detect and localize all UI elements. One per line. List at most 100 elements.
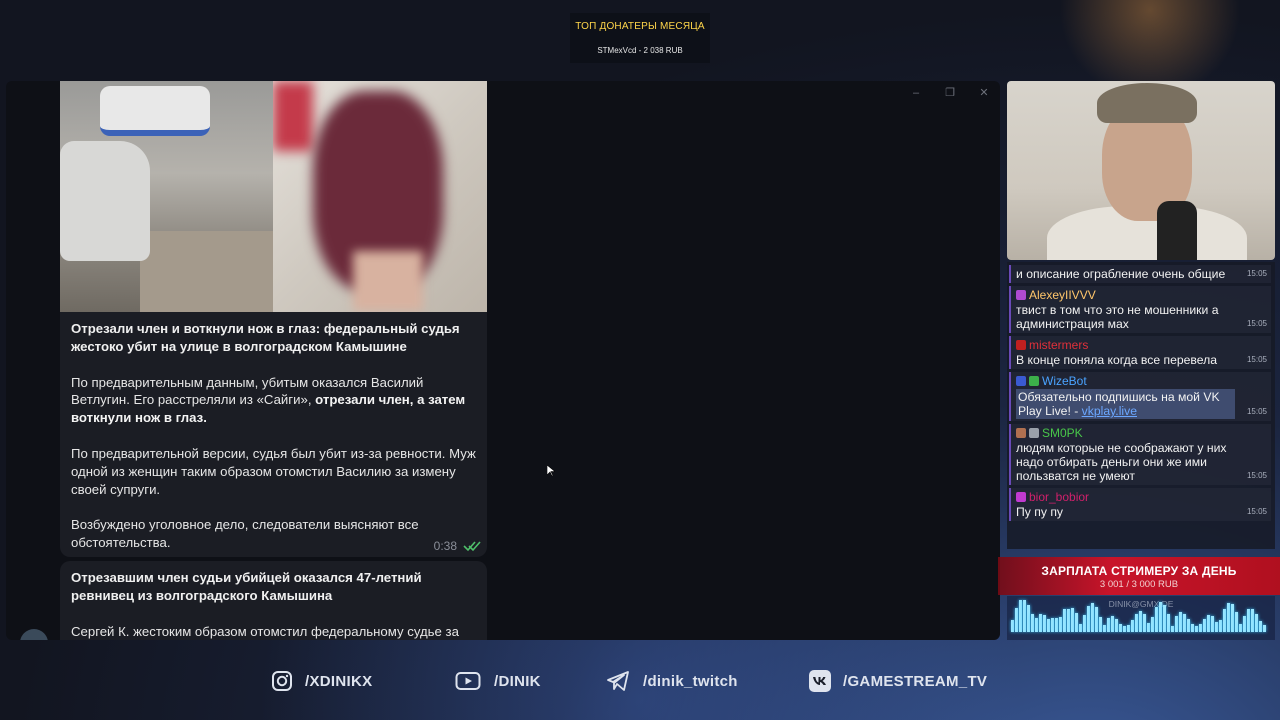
channel-message-2[interactable]: Отрезавшим член судьи убийцей оказался 4…: [60, 561, 487, 640]
audio-bar: [1179, 612, 1182, 632]
chat-username[interactable]: AlexeyIIVVV: [1016, 288, 1235, 302]
audio-visualizer: DINIK@GMX.DE: [1007, 596, 1275, 640]
audio-bar: [1091, 603, 1094, 632]
telegram-handle: /dinik_twitch: [643, 672, 738, 690]
audio-bar: [1063, 609, 1066, 632]
message-text: Отрезали член и воткнули нож в глаз: фед…: [60, 312, 487, 552]
audio-bar: [1011, 620, 1014, 632]
audio-bar: [1255, 614, 1258, 632]
social-instagram[interactable]: /XDINIKX: [271, 670, 372, 692]
maximize-icon[interactable]: ❐: [944, 87, 956, 99]
user-badge-icon: [1016, 492, 1026, 502]
chat-username[interactable]: SM0PK: [1016, 426, 1235, 440]
message-paragraph-3: Возбуждено уголовное дело, следователи в…: [71, 517, 419, 551]
youtube-icon: [455, 672, 481, 690]
chat-message-time: 15:05: [1246, 471, 1267, 480]
audio-bar: [1263, 625, 1266, 632]
audio-bar: [1195, 626, 1198, 632]
audio-bar: [1235, 612, 1238, 632]
chat-username[interactable]: bior_bobior: [1016, 490, 1235, 504]
audio-bar: [1203, 619, 1206, 632]
message-time: 0:38: [433, 539, 457, 553]
audio-bar: [1019, 600, 1022, 632]
vk-icon: [809, 670, 831, 692]
channel-avatar[interactable]: [20, 629, 48, 640]
audio-bar: [1067, 609, 1070, 632]
audio-bar: [1059, 617, 1062, 632]
vkplay-link[interactable]: vkplay.live: [1082, 404, 1137, 418]
audio-bar: [1135, 614, 1138, 632]
audio-bar: [1259, 621, 1262, 632]
chat-message-time: 15:05: [1246, 269, 1267, 278]
audio-bar: [1039, 614, 1042, 632]
chat-message: SM0PK людям которые не соображают у них …: [1009, 424, 1271, 485]
chat-message-time: 15:05: [1246, 355, 1267, 364]
chat-message-time: 15:05: [1246, 407, 1267, 416]
top-donator-entry: STMexVcd - 2 038 RUB: [597, 46, 683, 55]
user-badge-icon: [1016, 340, 1026, 350]
daily-salary-widget: ЗАРПЛАТА СТРИМЕРУ ЗА ДЕНЬ 3 001 / 3 000 …: [998, 557, 1280, 595]
double-check-icon: [463, 541, 481, 552]
audio-bar: [1171, 626, 1174, 632]
vk-handle: /GAMESTREAM_TV: [843, 672, 988, 690]
channel-message[interactable]: Отрезали член и воткнули нож в глаз: фед…: [60, 81, 487, 557]
message-meta: 0:38: [434, 539, 481, 553]
youtube-handle: /DINIK: [494, 672, 541, 690]
bot-badge-icon: [1016, 376, 1026, 386]
minimize-icon[interactable]: –: [910, 87, 922, 99]
user-badge-icon: [1016, 428, 1026, 438]
chat-message-text: Обязательно подпишись на мой VK Play Liv…: [1016, 389, 1235, 419]
audio-bar: [1139, 611, 1142, 632]
window-controls: – ❐ ✕: [910, 87, 990, 99]
audio-bar: [1251, 609, 1254, 632]
audio-bar: [1015, 608, 1018, 632]
audio-bar: [1159, 602, 1162, 632]
close-icon[interactable]: ✕: [978, 87, 990, 99]
microphone-icon: [1157, 201, 1197, 260]
user-badge-icon: [1029, 428, 1039, 438]
chat-message-text: и описание ограбление очень общие: [1016, 267, 1226, 281]
chat-username[interactable]: WizeBot: [1016, 374, 1235, 388]
chat-message-text: твист в том что это не мошенники а админ…: [1016, 303, 1219, 331]
audio-bar: [1243, 616, 1246, 632]
audio-bar: [1127, 625, 1130, 632]
audio-bar: [1071, 608, 1074, 632]
chat-message: WizeBot Обязательно подпишись на мой VK …: [1009, 372, 1271, 421]
audio-bar: [1219, 620, 1222, 632]
chat-message: bior_bobior Пу пу пу 15:05: [1009, 488, 1271, 521]
top-donators-title: ТОП ДОНАТЕРЫ МЕСЯЦА: [575, 21, 705, 32]
social-vk[interactable]: /GAMESTREAM_TV: [809, 670, 987, 692]
social-telegram[interactable]: /dinik_twitch: [605, 670, 738, 692]
audio-bar: [1143, 614, 1146, 632]
audio-bar: [1051, 618, 1054, 632]
instagram-icon: [272, 671, 292, 691]
chat-message-text: В конце поняла когда все перевела: [1016, 353, 1218, 367]
audio-bar: [1099, 617, 1102, 632]
audio-bar: [1095, 607, 1098, 632]
audio-bar: [1175, 616, 1178, 632]
telegram-window: – ❐ ✕ Отрезали член и воткнули нож в гла…: [6, 81, 1000, 640]
audio-bar: [1231, 604, 1234, 632]
message-headline: Отрезали член и воткнули нож в глаз: фед…: [71, 321, 460, 354]
user-badge-icon: [1016, 290, 1026, 300]
audio-bar: [1147, 623, 1150, 632]
audio-bar: [1035, 618, 1038, 632]
stream-chat: и описание ограбление очень общие 15:05 …: [1007, 262, 1275, 549]
audio-bar: [1215, 622, 1218, 632]
audio-bar: [1075, 613, 1078, 632]
chat-username[interactable]: mistermers: [1016, 338, 1235, 352]
audio-bar: [1155, 607, 1158, 632]
audio-bar: [1183, 614, 1186, 632]
message-paragraph-2: По предварительной версии, судья был уби…: [71, 445, 476, 497]
audio-bar: [1107, 618, 1110, 632]
streamer-webcam: [1007, 81, 1275, 260]
social-youtube[interactable]: /DINIK: [454, 670, 541, 692]
audio-bar: [1043, 615, 1046, 632]
audio-bar: [1187, 619, 1190, 632]
telegram-icon: [607, 671, 629, 691]
chat-message: AlexeyIIVVV твист в том что это не мошен…: [1009, 286, 1271, 333]
audio-bar: [1191, 624, 1194, 632]
audio-bar: [1047, 619, 1050, 632]
audio-bars: [1011, 600, 1266, 632]
message-photo[interactable]: [60, 81, 487, 312]
